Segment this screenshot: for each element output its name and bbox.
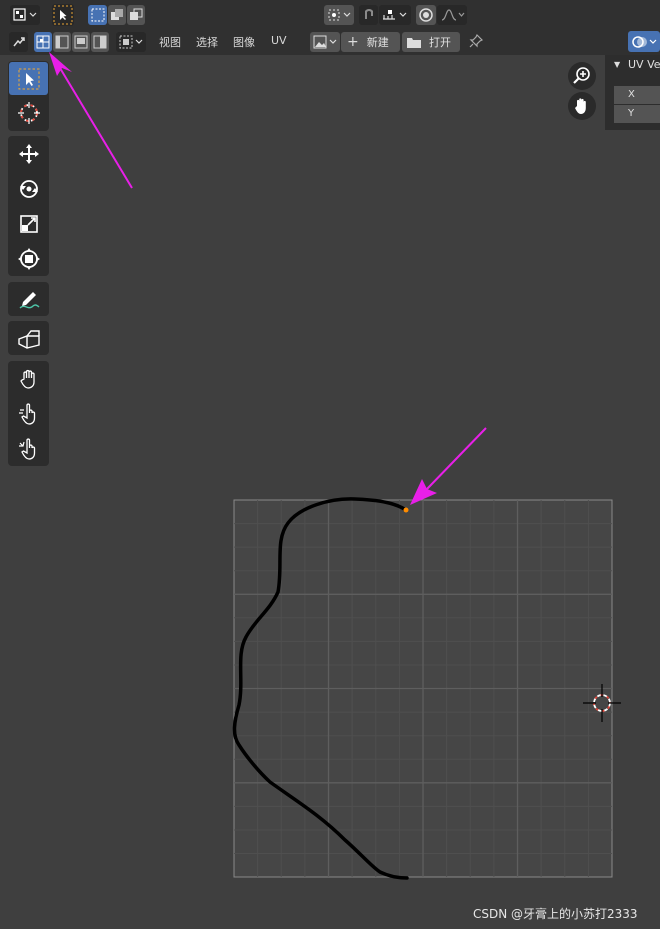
annotation-arrow-1 xyxy=(49,52,133,189)
selected-vertex[interactable] xyxy=(403,507,409,513)
annotation-arrow-2 xyxy=(410,427,487,505)
watermark: CSDN @牙膏上的小苏打2333 xyxy=(473,907,638,921)
uv-grid xyxy=(233,499,613,878)
uv-canvas[interactable] xyxy=(0,0,660,929)
